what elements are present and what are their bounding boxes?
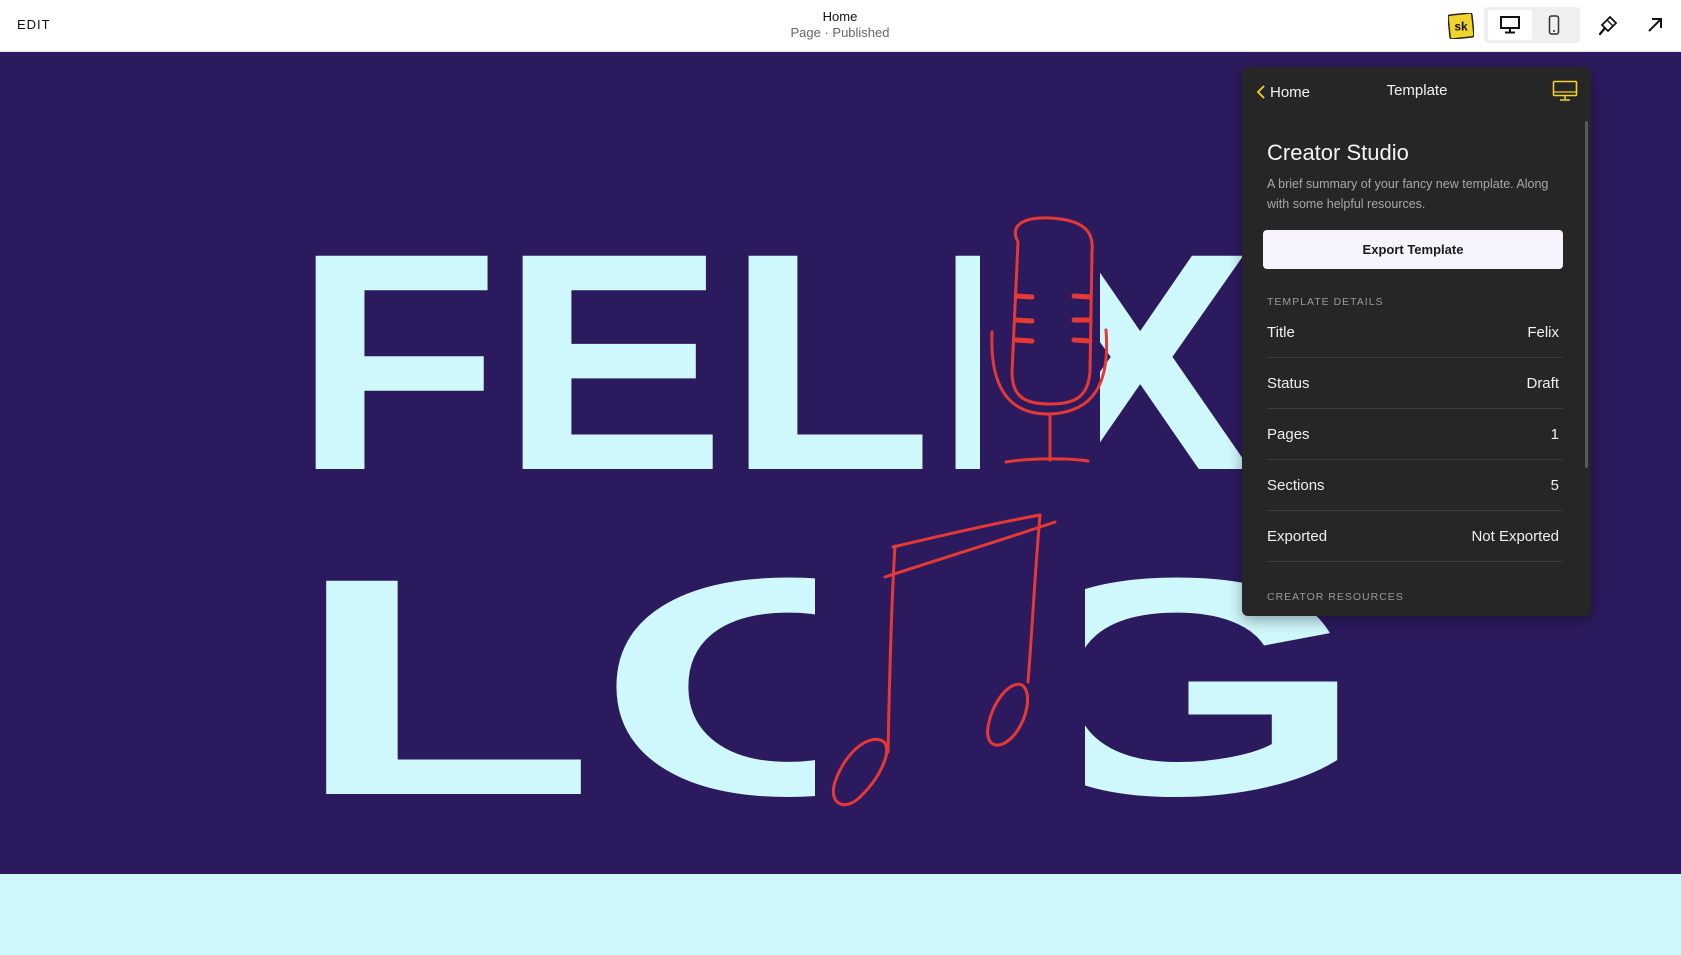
detail-key: Status <box>1267 375 1310 392</box>
desktop-view-button[interactable] <box>1488 10 1532 40</box>
mobile-icon <box>1548 15 1560 35</box>
studio-name: Creator Studio <box>1267 140 1409 165</box>
detail-row-title: Title Felix <box>1267 307 1563 358</box>
detail-row-pages: Pages 1 <box>1267 409 1563 460</box>
detail-key: Sections <box>1267 477 1325 494</box>
page-status: Page · Published <box>790 25 890 40</box>
open-site-button[interactable] <box>1640 10 1670 40</box>
detail-value: 5 <box>1550 477 1559 494</box>
back-label: Home <box>1270 83 1311 101</box>
template-panel: Home Template Creator Studio A brief sum… <box>1242 67 1591 616</box>
design-brush-button[interactable] <box>1593 10 1623 40</box>
panel-title: Template <box>1386 82 1448 99</box>
desktop-icon <box>1500 16 1520 34</box>
detail-key: Exported <box>1267 528 1328 545</box>
sk-logo-icon[interactable]: sk <box>1448 13 1474 39</box>
detail-value: Not Exported <box>1471 528 1559 545</box>
editor-toolbar: EDIT Home Page · Published sk <box>0 0 1681 52</box>
hero-line-1: FELIX <box>293 188 1255 535</box>
mobile-view-button[interactable] <box>1532 10 1576 40</box>
detail-row-status: Status Draft <box>1267 358 1563 409</box>
creator-resources-heading: CREATOR RESOURCES <box>1267 591 1404 603</box>
detail-key: Pages <box>1267 426 1310 443</box>
panel-scrollbar[interactable] <box>1585 121 1588 468</box>
export-template-button[interactable]: Export Template <box>1263 230 1563 269</box>
page-info[interactable]: Home Page · Published <box>740 8 940 41</box>
arrow-up-right-icon <box>1648 18 1662 32</box>
chevron-left-icon <box>1256 85 1265 99</box>
paintbrush-icon <box>1598 15 1618 36</box>
edit-button[interactable]: EDIT <box>17 17 51 32</box>
detail-value: Draft <box>1526 375 1559 392</box>
studio-description: A brief summary of your fancy new templa… <box>1267 177 1549 211</box>
page-title: Home <box>822 9 858 24</box>
back-home-button[interactable]: Home <box>1256 81 1310 103</box>
detail-value: 1 <box>1550 426 1559 443</box>
detail-value: Felix <box>1527 324 1559 341</box>
detail-row-sections: Sections 5 <box>1267 460 1563 511</box>
monitor-icon[interactable] <box>1552 80 1578 102</box>
detail-row-exported: Exported Not Exported <box>1267 511 1563 562</box>
sk-logo-text: sk <box>1454 20 1468 34</box>
device-toggle <box>1484 7 1580 43</box>
detail-key: Title <box>1267 324 1295 341</box>
next-section-preview[interactable] <box>0 874 1681 955</box>
